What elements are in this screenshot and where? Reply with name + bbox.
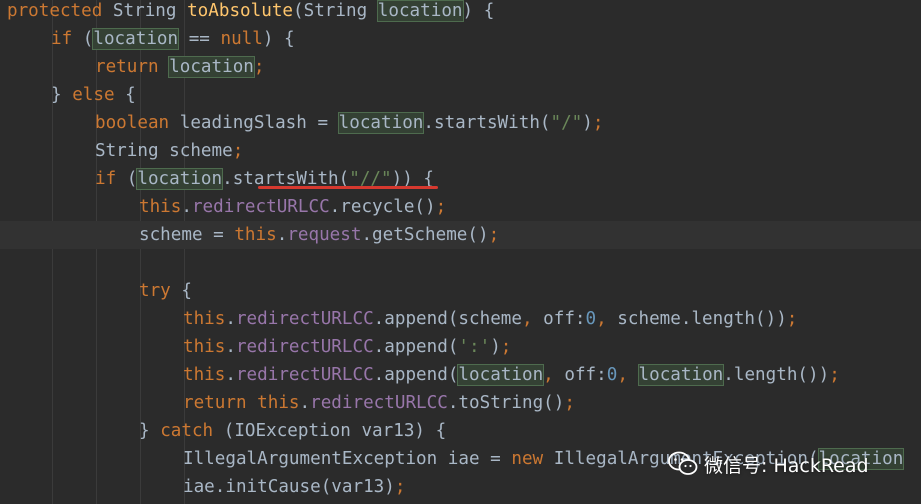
code-line-text: boolean leadingSlash = location.startsWi… — [95, 112, 604, 134]
code-line[interactable]: protected String toAbsolute(String locat… — [0, 0, 921, 25]
code-line-text: return location; — [95, 56, 265, 78]
code-line-text: this.redirectURLCC.append(':'); — [183, 337, 512, 357]
code-line[interactable]: try { — [0, 277, 921, 305]
code-line[interactable]: String scheme; — [0, 137, 921, 165]
watermark-text: 微信号: HackRead — [704, 454, 869, 477]
code-line[interactable]: this.redirectURLCC.recycle(); — [0, 193, 921, 221]
code-line[interactable]: if (location == null) { — [0, 25, 921, 53]
code-line-text: this.redirectURLCC.recycle(); — [139, 197, 447, 217]
code-line-text: scheme = this.request.getScheme(); — [139, 225, 500, 245]
code-line-text: String scheme; — [95, 141, 244, 161]
code-line[interactable] — [0, 249, 921, 277]
code-line-text: this.redirectURLCC.append(scheme, off:0,… — [183, 309, 798, 329]
code-line[interactable]: this.redirectURLCC.append(':'); — [0, 333, 921, 361]
code-line-text: return this.redirectURLCC.toString(); — [183, 393, 575, 413]
watermark: 微信号: HackRead — [668, 446, 869, 482]
code-line[interactable]: this.redirectURLCC.append(location, off:… — [0, 361, 921, 389]
code-line-text: try { — [139, 281, 192, 301]
code-editor[interactable]: protected String toAbsolute(String locat… — [0, 0, 921, 504]
code-line[interactable]: return location; — [0, 53, 921, 81]
code-line-text: iae.initCause(var13); — [183, 477, 406, 497]
wechat-icon — [668, 451, 698, 475]
code-line[interactable]: this.redirectURLCC.append(scheme, off:0,… — [0, 305, 921, 333]
code-line-text: if (location == null) { — [51, 28, 295, 50]
code-line-text: } catch (IOException var13) { — [139, 421, 447, 441]
code-line[interactable]: boolean leadingSlash = location.startsWi… — [0, 109, 921, 137]
error-underline — [258, 186, 438, 189]
code-line-text: this.redirectURLCC.append(location, off:… — [183, 364, 840, 386]
current-code-line[interactable]: scheme = this.request.getScheme(); — [0, 221, 921, 249]
code-line[interactable]: } catch (IOException var13) { — [0, 417, 921, 445]
code-line[interactable]: return this.redirectURLCC.toString(); — [0, 389, 921, 417]
code-line[interactable]: if (location.startsWith("//")) { — [0, 165, 921, 193]
code-line-text: protected String toAbsolute(String locat… — [7, 0, 495, 22]
code-line-text: } else { — [51, 85, 136, 105]
code-line[interactable]: } else { — [0, 81, 921, 109]
